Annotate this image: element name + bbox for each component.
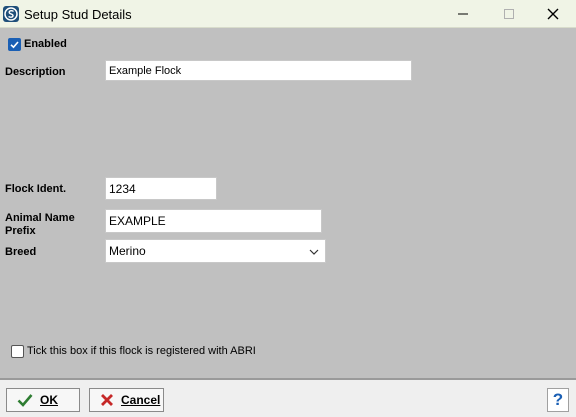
cancel-button-label-text: Cancel (121, 393, 161, 407)
flock-ident-field[interactable]: 1234 (105, 177, 217, 200)
checkmark-icon (10, 41, 19, 49)
close-button[interactable] (530, 0, 576, 28)
description-field[interactable]: Example Flock (105, 60, 412, 81)
breed-select[interactable]: Merino (105, 239, 326, 263)
animal-name-prefix-label-line2: Prefix (5, 225, 36, 237)
chevron-down-icon (309, 249, 319, 255)
animal-name-prefix-value: EXAMPLE (109, 214, 166, 228)
flock-ident-label: Flock Ident. (5, 183, 67, 195)
help-icon: ? (552, 390, 564, 409)
animal-name-prefix-label-line1: Animal Name (5, 212, 75, 224)
cancel-button[interactable]: Cancel (89, 388, 164, 412)
breed-label: Breed (5, 246, 37, 258)
maximize-button[interactable] (486, 0, 532, 28)
ok-button[interactable]: OK (6, 388, 80, 412)
window-title: Setup Stud Details (24, 7, 132, 22)
flock-ident-value: 1234 (109, 181, 136, 196)
close-icon (547, 8, 559, 20)
minimize-button[interactable] (440, 0, 486, 28)
animal-name-prefix-label: Animal Name Prefix (5, 212, 75, 238)
red-x-icon (101, 394, 113, 406)
description-value: Example Flock (109, 64, 182, 77)
breed-value: Merino (109, 244, 146, 258)
checkmark-icon (17, 394, 33, 407)
abri-checkbox[interactable] (11, 345, 24, 358)
title-bar: Setup Stud Details (0, 0, 576, 28)
ok-button-label: OK (40, 393, 58, 407)
maximize-icon (504, 9, 514, 19)
minimize-icon (458, 13, 468, 15)
animal-name-prefix-field[interactable]: EXAMPLE (105, 209, 322, 233)
app-logo-icon (3, 6, 19, 22)
dialog-body: Enabled Description Example Flock Flock … (0, 29, 576, 378)
cancel-button-label: Cancel (121, 393, 160, 407)
abri-label: Tick this box if this flock is registere… (27, 345, 256, 357)
help-button[interactable]: ? (547, 388, 569, 412)
enabled-checkbox[interactable] (8, 38, 21, 51)
enabled-label: Enabled (24, 38, 67, 50)
dialog-footer: OK Cancel ? (0, 378, 576, 417)
description-label: Description (5, 66, 66, 78)
